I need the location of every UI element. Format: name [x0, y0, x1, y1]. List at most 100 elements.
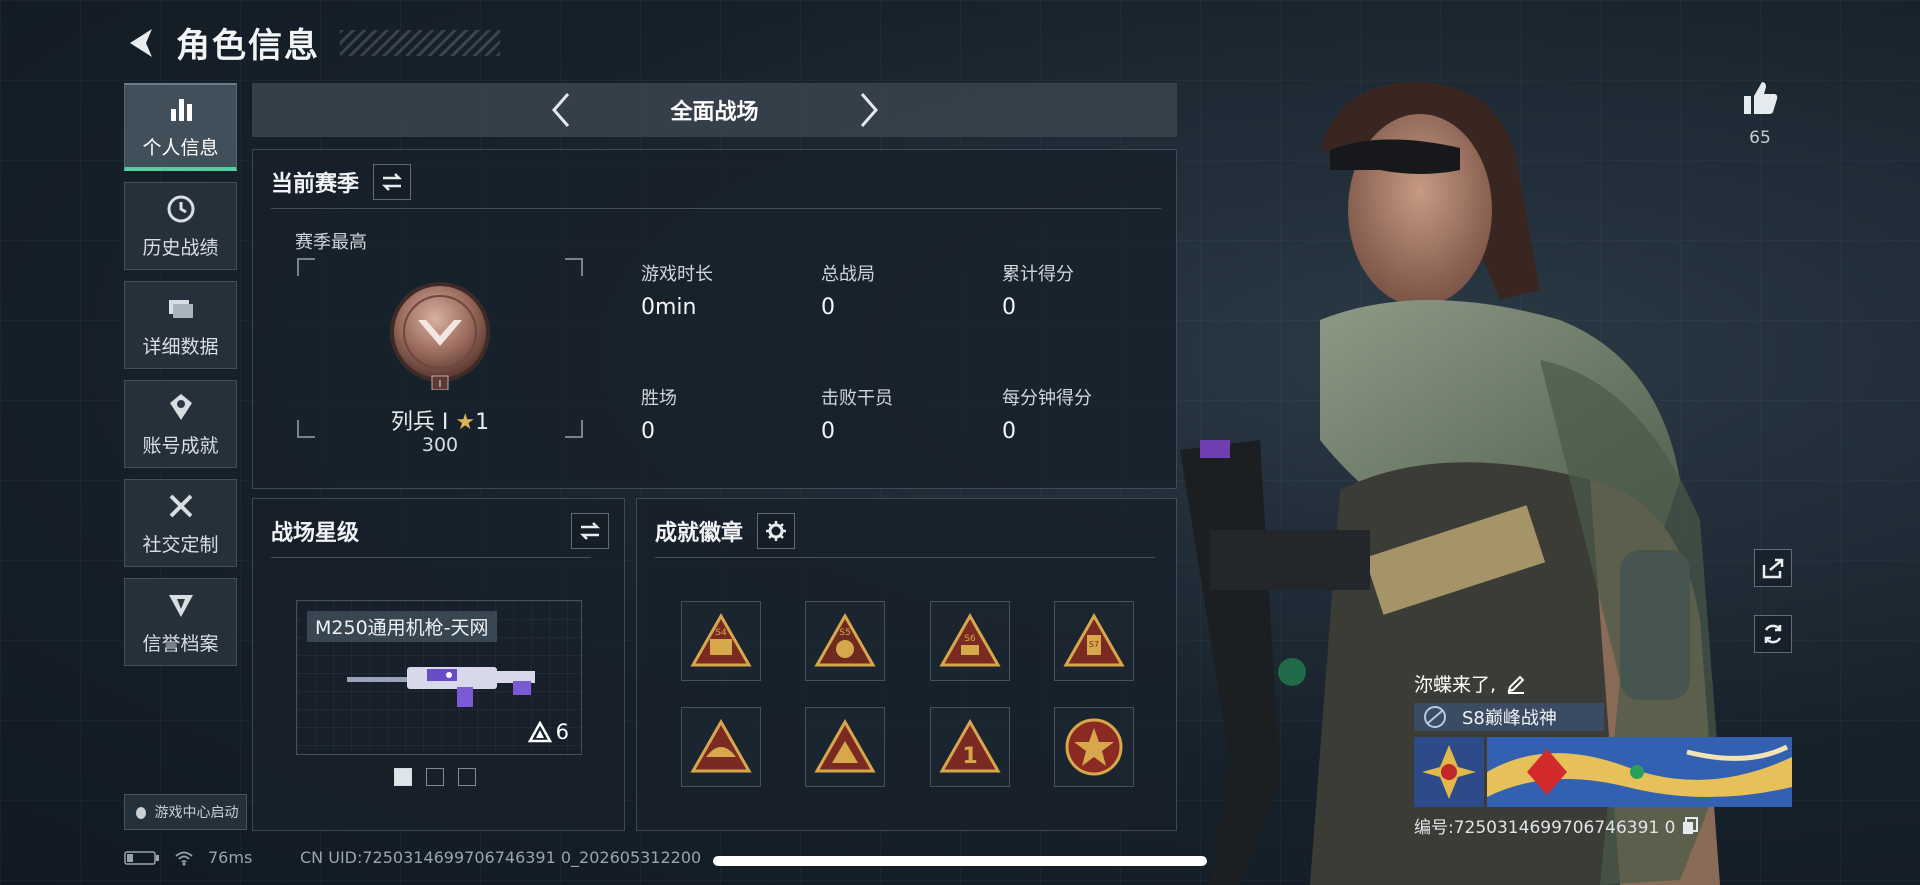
rank-name: 列兵 Ⅰ	[390, 410, 449, 435]
weapon-name: M250通用机枪-天网	[307, 611, 497, 642]
penguin-icon	[135, 807, 146, 819]
badge-s4[interactable]: S4	[681, 601, 761, 681]
svg-text:I: I	[439, 379, 442, 390]
player-id: 编号:7250314699706746391 0	[1414, 818, 1676, 838]
player-title-badge: S8巅峰战神	[1414, 703, 1604, 731]
panel-title: 战场星级	[271, 521, 360, 546]
stat-kills: 击败干员 0	[821, 384, 981, 444]
tools-icon	[169, 494, 192, 517]
home-indicator[interactable]	[713, 856, 1207, 866]
badge-five[interactable]	[681, 707, 761, 787]
achievement-badge-panel: 成就徽章 S4 S5 S6 S7 1	[636, 498, 1177, 831]
season-switch-button[interactable]	[373, 164, 412, 200]
launch-label: 游戏中心启动	[154, 805, 239, 821]
refresh-icon	[1764, 624, 1782, 644]
svg-text:S4: S4	[715, 628, 727, 638]
edit-pencil-icon[interactable]	[1506, 674, 1526, 694]
svg-text:S6: S6	[964, 634, 976, 644]
back-button[interactable]	[122, 20, 160, 66]
game-center-launch-tag: 游戏中心启动	[124, 794, 247, 830]
svg-text:S7: S7	[1089, 640, 1099, 649]
refresh-button[interactable]	[1754, 615, 1792, 653]
swap-icon	[579, 522, 601, 540]
stat-value: 0	[821, 419, 835, 444]
wifi-icon	[175, 851, 193, 865]
current-season-panel: 当前赛季 赛季最高 I 列兵 Ⅰ ★1 300 游戏时长 0min 总战局 0	[252, 149, 1177, 489]
player-name-row: 沵蝶来了,	[1414, 670, 1794, 697]
badge-triangle-icon	[690, 719, 752, 773]
stat-total-matches: 总战局 0	[821, 260, 981, 320]
badge-triangle-icon: S5	[814, 613, 876, 667]
sidebar-item-label: 社交定制	[142, 533, 219, 556]
sidebar-item-credit-file[interactable]: 信誉档案	[124, 578, 237, 666]
rank-points: 300	[421, 434, 459, 456]
page-dot[interactable]	[458, 768, 476, 786]
sidebar-item-label: 历史战绩	[142, 236, 219, 259]
svg-text:S5: S5	[839, 628, 850, 638]
sidebar-item-history[interactable]: 历史战绩	[124, 182, 237, 270]
battery-icon	[124, 850, 159, 865]
player-card: 沵蝶来了, S8巅峰战神 编号:7250314699706746391 0	[1414, 670, 1794, 838]
badge-triangle-icon: S4	[690, 613, 752, 667]
badge-triangle-icon: S6	[939, 613, 1001, 667]
swap-icon	[381, 173, 403, 191]
panel-divider	[271, 208, 1161, 209]
sidebar-item-label: 详细数据	[142, 335, 219, 358]
weapon-card[interactable]: M250通用机枪-天网 6	[296, 600, 582, 755]
sidebar-item-achievements[interactable]: 账号成就	[124, 380, 237, 468]
sidebar-item-personal-info[interactable]: 个人信息	[124, 83, 237, 171]
cn-uid: CN UID:7250314699706746391 0_20260531220…	[300, 848, 702, 867]
player-name: 沵蝶来了,	[1414, 674, 1497, 696]
stat-label: 游戏时长	[641, 264, 713, 285]
shield-icon	[168, 594, 193, 617]
badge-seven[interactable]: 1	[930, 707, 1010, 787]
panel-title: 当前赛季	[271, 172, 360, 197]
panel-title: 成就徽章	[655, 521, 744, 546]
sidebar-item-label: 个人信息	[142, 136, 219, 159]
ping-value: 76ms	[208, 848, 253, 867]
badge-s6[interactable]: S6	[930, 601, 1010, 681]
panel-divider	[655, 557, 1155, 558]
weapon-star-level: 6	[527, 720, 569, 744]
like-count: 65	[1749, 128, 1771, 148]
stat-wins: 胜场 0	[641, 384, 801, 444]
title-emblem-icon	[1424, 706, 1446, 728]
share-button[interactable]	[1754, 549, 1792, 587]
stat-value: 0	[821, 295, 835, 320]
panel-divider	[271, 557, 591, 558]
page-dot[interactable]	[426, 768, 444, 786]
stat-label: 胜场	[641, 388, 677, 409]
mode-prev-button[interactable]	[542, 91, 580, 129]
status-bar: 76ms	[124, 848, 252, 867]
rank-name-line: 列兵 Ⅰ ★1	[297, 404, 583, 436]
title-decoration	[340, 29, 500, 56]
mode-title: 全面战场	[670, 100, 759, 125]
like-widget[interactable]: 65	[1738, 78, 1782, 148]
sidebar-item-label: 账号成就	[142, 434, 219, 457]
copy-icon[interactable]	[1681, 816, 1699, 835]
badge-s5[interactable]: S5	[805, 601, 885, 681]
banner-emblem-image	[1414, 737, 1484, 807]
star-icon: ★	[455, 410, 476, 435]
sidebar-item-detail-data[interactable]: 详细数据	[124, 281, 237, 369]
star-level-switch-button[interactable]	[571, 513, 609, 549]
page-dot[interactable]	[394, 768, 412, 786]
stat-value: 0min	[641, 295, 697, 320]
rank-stars: 1	[475, 410, 490, 435]
mode-next-button[interactable]	[850, 91, 888, 129]
mode-selector: 全面战场	[252, 83, 1177, 137]
star-level-icon	[527, 721, 552, 743]
sidebar-item-social-custom[interactable]: 社交定制	[124, 479, 237, 567]
achievement-icon	[169, 393, 192, 420]
chevron-right-icon	[860, 93, 878, 127]
back-arrow-icon	[130, 28, 152, 57]
badge-settings-button[interactable]	[757, 513, 796, 549]
season-best-label: 赛季最高	[295, 232, 367, 253]
stat-value: 0	[641, 419, 655, 444]
share-icon	[1762, 558, 1784, 579]
page-indicator	[394, 768, 476, 786]
rank-medal-icon: I	[390, 282, 490, 390]
page-header: 角色信息	[122, 18, 500, 67]
badge-six[interactable]	[805, 707, 885, 787]
banner-image	[1487, 737, 1792, 807]
